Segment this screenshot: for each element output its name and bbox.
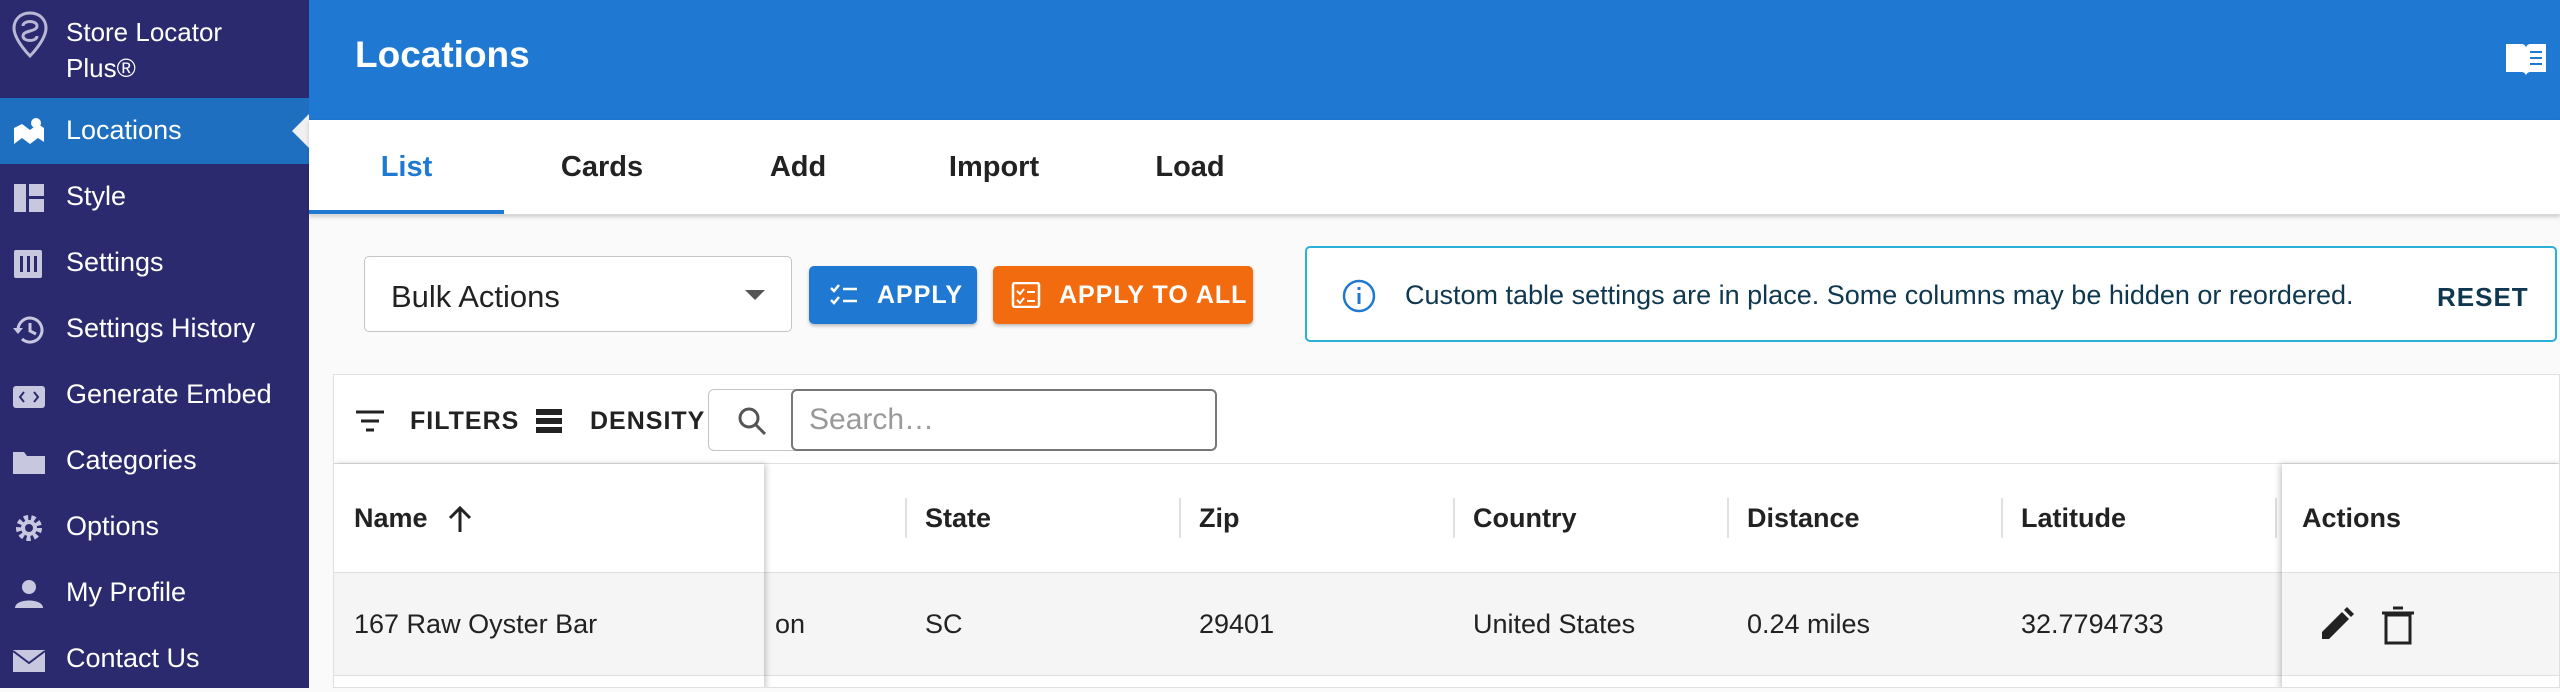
sidebar-item-label: Contact Us [66, 643, 200, 673]
layout-icon [14, 184, 44, 212]
tab-list[interactable]: List [309, 120, 504, 214]
column-header-actions-cell: Actions [2282, 464, 2559, 573]
filter-icon [356, 410, 384, 432]
column-separator [905, 498, 907, 538]
history-icon [13, 316, 44, 344]
cell-distance: 0.24 miles [1747, 609, 1871, 639]
sidebar-item-contact-us[interactable]: Contact Us [0, 626, 309, 692]
sidebar-item-label: Locations [66, 115, 182, 145]
reset-button[interactable]: RESET [2437, 282, 2529, 313]
locations-grid: FILTERS DENSITY State Zip Country Distan… [333, 374, 2560, 688]
brand-name: Store Locator Plus® [66, 17, 223, 83]
density-label: DENSITY [590, 407, 706, 435]
column-header-actions: Actions [2302, 503, 2402, 533]
checklist-icon [830, 284, 857, 305]
column-header-name-cell[interactable]: Name [334, 464, 764, 573]
sidebar-item-label: My Profile [66, 577, 187, 607]
search-field [708, 389, 1217, 451]
column-header-zip[interactable]: Zip [1199, 464, 1240, 572]
sidebar-item-my-profile[interactable]: My Profile [0, 560, 309, 626]
column-header-latitude[interactable]: Latitude [2021, 464, 2126, 572]
tab-import[interactable]: Import [896, 120, 1092, 214]
column-separator [1453, 498, 1455, 538]
sidebar-item-generate-embed[interactable]: Generate Embed [0, 362, 309, 428]
custom-settings-notice: Custom table settings are in place. Some… [1305, 246, 2557, 342]
apply-label: APPLY [877, 281, 964, 309]
sort-ascending-icon[interactable] [446, 504, 474, 534]
tab-cards[interactable]: Cards [504, 120, 700, 214]
column-header-country[interactable]: Country [1473, 464, 1577, 572]
search-icon [738, 407, 767, 436]
sidebar-item-settings-history[interactable]: Settings History [0, 296, 309, 362]
gear-icon [16, 515, 42, 541]
admin-sidebar: Store Locator Plus® Locations Style Sett… [0, 0, 309, 688]
book-icon[interactable] [2504, 40, 2548, 78]
sidebar-item-label: Settings [66, 247, 164, 277]
density-button[interactable]: DENSITY [534, 405, 704, 435]
info-icon [1342, 279, 1376, 313]
table-row-pinned[interactable]: 167 Raw Oyster Bar [334, 573, 764, 676]
cell-city: on [775, 609, 806, 639]
cell-name: 167 Raw Oyster Bar [354, 609, 598, 639]
edit-icon[interactable] [2314, 603, 2358, 647]
sidebar-item-options[interactable]: Options [0, 494, 309, 560]
sidebar-item-categories[interactable]: Categories [0, 428, 309, 494]
chevron-down-icon [745, 290, 765, 300]
bulk-actions-select[interactable]: Bulk Actions [364, 256, 792, 332]
column-separator [2275, 498, 2277, 538]
cell-zip: 29401 [1199, 609, 1275, 639]
tab-bar: List Cards Add Import Load [309, 120, 2560, 215]
sidebar-item-label: Settings History [66, 313, 256, 343]
mail-icon [12, 650, 46, 672]
apply-to-all-button[interactable]: APPLY TO ALL [993, 266, 1253, 324]
cell-state: SC [925, 609, 963, 639]
notice-message: Custom table settings are in place. Some… [1405, 280, 2354, 310]
sidebar-item-locations[interactable]: Locations [0, 98, 309, 164]
active-indicator [292, 114, 309, 148]
grid-toolbar: FILTERS DENSITY [334, 375, 2559, 464]
store-locator-logo-icon [12, 11, 48, 59]
pinned-actions-column: Actions [2282, 464, 2559, 687]
tab-load[interactable]: Load [1092, 120, 1288, 214]
search-input[interactable] [791, 389, 1217, 451]
page-title: Locations [355, 34, 530, 75]
apply-to-all-label: APPLY TO ALL [1059, 281, 1248, 309]
map-icon [14, 118, 44, 144]
filters-label: FILTERS [410, 407, 520, 435]
column-separator [2001, 498, 2003, 538]
user-icon [15, 580, 43, 608]
sliders-icon [14, 250, 42, 278]
page-header: Locations [309, 0, 2560, 120]
cell-country: United States [1473, 609, 1636, 639]
sidebar-item-label: Categories [66, 445, 197, 475]
column-separator [1179, 498, 1181, 538]
delete-icon[interactable] [2376, 603, 2420, 647]
apply-button[interactable]: APPLY [809, 266, 977, 324]
embed-icon [13, 386, 45, 408]
sidebar-item-style[interactable]: Style [0, 164, 309, 230]
sidebar-item-label: Style [66, 181, 127, 211]
checklist-box-icon [1011, 282, 1041, 308]
filters-button[interactable]: FILTERS [354, 405, 518, 435]
sidebar-item-label: Options [66, 511, 160, 541]
sidebar-item-settings[interactable]: Settings [0, 230, 309, 296]
column-header-distance[interactable]: Distance [1747, 464, 1860, 572]
column-separator [1727, 498, 1729, 538]
folder-icon [13, 452, 45, 474]
bulk-actions-value: Bulk Actions [391, 279, 560, 314]
column-header-name: Name [354, 503, 428, 533]
tab-add[interactable]: Add [700, 120, 896, 214]
brand[interactable]: Store Locator Plus® [10, 10, 300, 90]
table-row-actions [2282, 573, 2559, 676]
cell-latitude: 32.7794733 [2021, 609, 2164, 639]
column-header-state[interactable]: State [925, 464, 991, 572]
sidebar-item-label: Generate Embed [66, 379, 272, 409]
density-icon [536, 409, 562, 433]
pinned-name-column: Name 167 Raw Oyster Bar [334, 464, 764, 687]
